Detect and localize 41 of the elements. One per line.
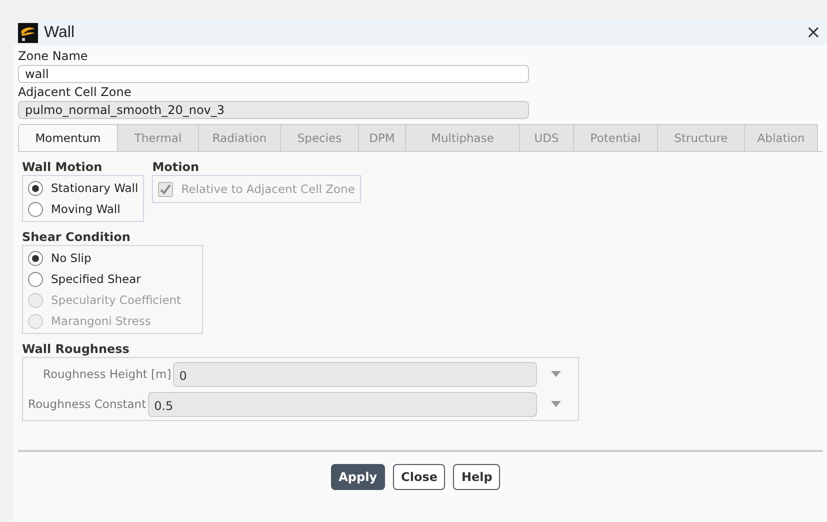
group-title: Motion [152,160,200,175]
number-field[interactable]: 0 [173,362,537,386]
tab[interactable]: Momentum [18,124,118,151]
tab[interactable]: Potential [573,124,658,151]
field-label: Roughness Constant [28,397,146,411]
group-title: Shear Condition [22,230,132,245]
tab[interactable]: DPM [358,124,406,151]
radio-button[interactable] [28,180,43,196]
radio-button[interactable] [28,250,43,266]
number-field[interactable]: 0.5 [148,392,537,416]
field-label: Adjacent Cell Zone [18,84,132,101]
radio-button[interactable] [28,202,43,216]
close-icon[interactable]: × [806,22,823,43]
app-logo-icon [18,22,38,42]
tab[interactable]: Ablation [744,124,818,151]
tab[interactable]: Radiation [198,124,281,151]
tab[interactable]: Thermal [117,124,199,151]
tab[interactable]: Species [280,124,359,151]
radio-label: No Slip [51,251,92,265]
adjacent-zone-field: pulmo_normal_smooth_20_nov_3 [18,101,529,119]
radio-label: Specified Shear [51,272,141,286]
radio-button[interactable] [28,272,43,286]
radio-label: Specularity Coefficient [51,293,182,307]
window-title: Wall [44,24,76,42]
field-label: Roughness Height [m] [43,367,172,381]
tab[interactable]: Structure [657,124,745,151]
field-label: Zone Name [18,48,89,65]
dropdown-caret-icon[interactable] [551,401,561,407]
dialog-button[interactable]: Close [393,464,446,490]
radio-label: Marangoni Stress [51,314,151,328]
dialog-button[interactable]: Apply [330,464,386,490]
group-title: Wall Roughness [22,342,130,357]
dialog-button[interactable]: Help [453,464,500,490]
tab[interactable]: UDS [519,124,574,151]
checkbox-label: Relative to Adjacent Cell Zone [181,182,355,196]
tab[interactable]: Multiphase [405,124,520,151]
radio-label: Moving Wall [51,202,120,216]
dropdown-caret-icon[interactable] [551,371,561,377]
group-title: Wall Motion [22,160,104,175]
zone-name-field[interactable]: wall [18,65,529,83]
radio-label: Stationary Wall [51,181,138,195]
